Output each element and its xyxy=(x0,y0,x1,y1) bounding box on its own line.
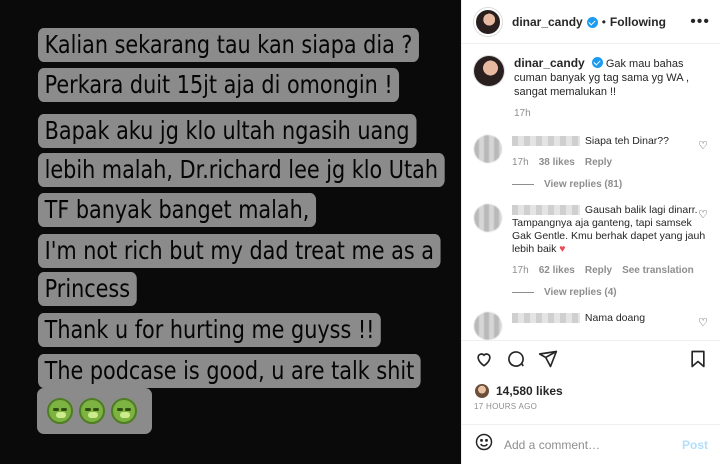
post-image[interactable]: Kalian sekarang tau kan siapa dia ? Perk… xyxy=(0,0,461,464)
story-text-line: Kalian sekarang tau kan siapa dia ? xyxy=(38,28,420,62)
post-time[interactable]: 17 HOURS AGO xyxy=(462,400,720,414)
caption: dinar_candy Gak mau bahas cuman banyak y… xyxy=(474,56,708,121)
avatar[interactable] xyxy=(474,135,502,163)
blurred-username[interactable] xyxy=(512,205,580,216)
comment-icon[interactable] xyxy=(506,349,526,374)
add-comment-bar: Post xyxy=(462,424,720,464)
like-heart-icon[interactable]: ♡ xyxy=(698,208,708,221)
post-side-panel: dinar_candy • Following ••• dinar_candy … xyxy=(461,0,720,464)
see-translation-button[interactable]: See translation xyxy=(622,264,694,277)
comment-likes[interactable]: 62 likes xyxy=(539,264,575,277)
likes-summary: 14,580 likes xyxy=(462,382,720,400)
story-text-line: Thank u for hurting me guyss !! xyxy=(38,313,382,347)
instagram-post-view: Kalian sekarang tau kan siapa dia ? Perk… xyxy=(0,0,720,464)
comment-item: Gausah balik lagi dinarr. Tampangnya aja… xyxy=(474,204,708,277)
emoji-row xyxy=(37,388,152,434)
comment-item: Siapa teh Dinar?? 17h 38 likes Reply ♡ xyxy=(474,135,708,169)
more-horizontal-icon[interactable]: ••• xyxy=(690,13,710,31)
story-text-line: Perkara duit 15jt aja di omongin ! xyxy=(38,68,400,102)
comment-input[interactable] xyxy=(504,437,682,452)
story-text-line: lebih malah, Dr.richard lee jg klo Utah xyxy=(38,153,445,187)
post-button[interactable]: Post xyxy=(682,438,708,452)
nauseated-face-emoji-icon xyxy=(79,398,105,424)
caption-time[interactable]: 17h xyxy=(514,107,531,121)
verified-badge-icon xyxy=(591,57,603,68)
comment-item: Nama doang ♡ xyxy=(474,312,708,340)
red-heart-icon: ♥ xyxy=(559,243,566,255)
action-bar xyxy=(462,340,720,382)
view-replies-button[interactable]: View replies (81) xyxy=(512,179,708,190)
avatar[interactable] xyxy=(474,312,502,340)
caption-username[interactable]: dinar_candy xyxy=(514,56,585,70)
share-icon[interactable] xyxy=(538,349,558,374)
story-text-line: TF banyak banget malah, xyxy=(38,193,316,227)
separator-dot: • xyxy=(601,14,606,29)
comment-text: Nama doang xyxy=(584,312,646,324)
story-text-line: Princess xyxy=(38,272,137,306)
header-username[interactable]: dinar_candy xyxy=(512,15,583,29)
avatar[interactable] xyxy=(474,204,502,232)
like-icon[interactable] xyxy=(474,349,494,374)
like-heart-icon[interactable]: ♡ xyxy=(698,316,708,329)
view-replies-button[interactable]: View replies (4) xyxy=(512,287,708,298)
likes-count[interactable]: 14,580 likes xyxy=(496,384,563,398)
emoji-smile-icon[interactable] xyxy=(474,432,494,457)
post-header: dinar_candy • Following ••• xyxy=(462,0,720,44)
comment-time[interactable]: 17h xyxy=(512,264,529,277)
comment-likes[interactable]: 38 likes xyxy=(539,156,575,169)
blurred-username[interactable] xyxy=(512,136,580,147)
comment-text: Siapa teh Dinar?? xyxy=(584,135,669,147)
blurred-username[interactable] xyxy=(512,313,580,324)
liker-avatar[interactable] xyxy=(474,383,490,399)
avatar[interactable] xyxy=(474,7,502,36)
avatar[interactable] xyxy=(474,56,504,86)
reply-button[interactable]: Reply xyxy=(585,264,612,277)
like-heart-icon[interactable]: ♡ xyxy=(698,139,708,152)
nauseated-face-emoji-icon xyxy=(47,398,73,424)
verified-badge-icon xyxy=(586,17,598,28)
bookmark-icon[interactable] xyxy=(688,349,708,374)
story-text-line: Bapak aku jg klo ultah ngasih uang xyxy=(38,114,417,148)
comments-list[interactable]: dinar_candy Gak mau bahas cuman banyak y… xyxy=(462,44,720,340)
comment-time[interactable]: 17h xyxy=(512,156,529,169)
reply-button[interactable]: Reply xyxy=(585,156,612,169)
following-button[interactable]: Following xyxy=(610,15,666,29)
story-text-line: The podcase is good, u are talk shit xyxy=(38,354,421,388)
story-text-line: I'm not rich but my dad treat me as a xyxy=(38,234,441,268)
nauseated-face-emoji-icon xyxy=(111,398,137,424)
